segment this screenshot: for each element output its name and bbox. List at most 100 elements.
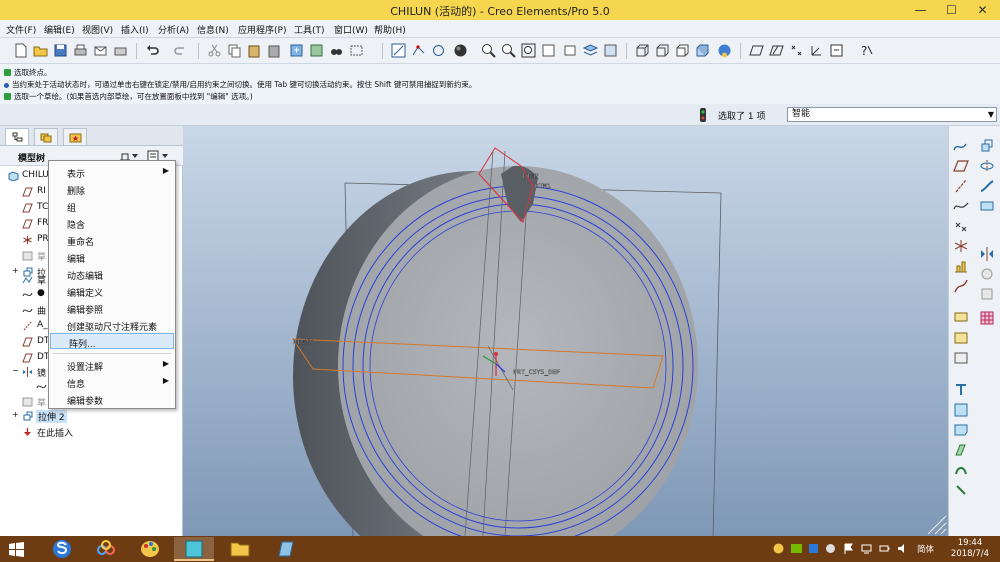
offset-tool-icon[interactable] bbox=[953, 482, 969, 498]
system-clock[interactable]: 19:44 2018/7/4 bbox=[942, 538, 998, 560]
print-icon[interactable] bbox=[72, 42, 89, 59]
thicken-tool-icon[interactable] bbox=[953, 442, 969, 458]
copy-icon[interactable] bbox=[226, 42, 243, 59]
context-menu-item-edit-definition[interactable]: 编辑定义 bbox=[49, 283, 175, 299]
context-menu-item-group[interactable]: 组 bbox=[49, 198, 175, 214]
menu-edit[interactable]: 编辑(E) bbox=[44, 23, 75, 36]
shaded-view-icon[interactable] bbox=[694, 42, 711, 59]
cut-icon[interactable] bbox=[206, 42, 223, 59]
taskbar-app-notes[interactable] bbox=[266, 537, 306, 561]
zoom-in-icon[interactable] bbox=[480, 42, 497, 59]
battery-icon[interactable] bbox=[879, 543, 890, 554]
paste-icon[interactable] bbox=[246, 42, 263, 59]
menu-insert[interactable]: 插入(I) bbox=[121, 23, 149, 36]
pattern-tool-icon[interactable] bbox=[979, 310, 995, 326]
resize-grip-icon[interactable] bbox=[927, 515, 947, 535]
undo-icon[interactable] bbox=[144, 42, 161, 59]
flag-icon[interactable] bbox=[843, 543, 854, 554]
csys-toggle-icon[interactable] bbox=[808, 42, 825, 59]
menu-tools[interactable]: 工具(T) bbox=[294, 23, 325, 36]
taskbar-app-paint[interactable] bbox=[130, 537, 170, 561]
send-mail-icon[interactable] bbox=[92, 42, 109, 59]
context-help-icon[interactable]: ? bbox=[858, 42, 875, 59]
blend-tool-icon[interactable] bbox=[979, 198, 995, 214]
taskbar-app-explorer[interactable] bbox=[220, 537, 260, 561]
refit-icon[interactable] bbox=[520, 42, 537, 59]
no-hidden-icon[interactable] bbox=[674, 42, 691, 59]
tray-tool-icon[interactable] bbox=[825, 543, 836, 554]
menu-file[interactable]: 文件(F) bbox=[6, 23, 36, 36]
tab-model-tree[interactable] bbox=[5, 128, 29, 145]
round-tool-icon[interactable] bbox=[953, 402, 969, 418]
annotation-toggle-icon[interactable] bbox=[828, 42, 845, 59]
minimize-button[interactable]: — bbox=[904, 0, 937, 20]
datum-curve-through-points-icon[interactable] bbox=[953, 278, 969, 294]
merge-tool-icon[interactable] bbox=[979, 266, 995, 282]
taskbar-app-cloud[interactable] bbox=[86, 537, 126, 561]
zoom-out-icon[interactable] bbox=[500, 42, 517, 59]
vertex-display-icon[interactable] bbox=[410, 42, 427, 59]
hidden-line-icon[interactable] bbox=[654, 42, 671, 59]
tab-folder-browser[interactable] bbox=[34, 128, 58, 145]
menu-applications[interactable]: 应用程序(P) bbox=[238, 23, 286, 36]
hole-tool-icon[interactable] bbox=[953, 310, 969, 326]
nvidia-icon[interactable] bbox=[791, 543, 802, 554]
menu-analysis[interactable]: 分析(A) bbox=[158, 23, 189, 36]
windows-start-icon[interactable] bbox=[9, 542, 24, 557]
paste-special-icon[interactable] bbox=[266, 42, 283, 59]
context-menu-item-display[interactable]: 表示 ▶ bbox=[49, 164, 175, 180]
new-file-icon[interactable] bbox=[12, 42, 29, 59]
ime-indicator[interactable]: 简体 bbox=[917, 543, 934, 555]
shell-tool-icon[interactable] bbox=[953, 330, 969, 346]
selection-filter-dropdown[interactable]: 智能 ▼ bbox=[787, 107, 997, 122]
tray-app-icon[interactable] bbox=[773, 543, 784, 554]
menu-window[interactable]: 窗口(W) bbox=[334, 23, 368, 36]
rib-tool-icon[interactable] bbox=[953, 350, 969, 366]
tray-security-icon[interactable] bbox=[808, 543, 819, 554]
saved-views-icon[interactable] bbox=[562, 42, 579, 59]
sweep-tool-icon[interactable] bbox=[979, 178, 995, 194]
maximize-button[interactable]: ☐ bbox=[935, 0, 968, 20]
appearance-icon[interactable] bbox=[716, 42, 733, 59]
datum-axes-toggle-icon[interactable] bbox=[768, 42, 785, 59]
menu-view[interactable]: 视图(V) bbox=[82, 23, 113, 36]
layers-icon[interactable] bbox=[582, 42, 599, 59]
regenerate-icon[interactable] bbox=[288, 42, 305, 59]
find-icon[interactable] bbox=[328, 42, 345, 59]
trim-tool-icon[interactable] bbox=[979, 286, 995, 302]
reorient-icon[interactable] bbox=[540, 42, 557, 59]
draft-tool-icon[interactable] bbox=[953, 382, 969, 398]
context-menu-item-set-annotation[interactable]: 设置注解 ▶ bbox=[49, 357, 175, 373]
tree-item[interactable]: 在此插入 bbox=[0, 424, 183, 440]
taskbar-app-creo[interactable] bbox=[174, 537, 214, 561]
context-menu-item-edit-references[interactable]: 编辑参照 bbox=[49, 300, 175, 316]
menu-info[interactable]: 信息(N) bbox=[197, 23, 229, 36]
view-manager-icon[interactable] bbox=[602, 42, 619, 59]
regen-manager-icon[interactable] bbox=[308, 42, 325, 59]
sketch-display-icon[interactable] bbox=[390, 42, 407, 59]
revolve-tool-icon[interactable] bbox=[979, 158, 995, 174]
network-icon[interactable] bbox=[861, 543, 872, 554]
curve-tool-icon[interactable] bbox=[953, 198, 969, 214]
tree-item-selected[interactable]: + 拉伸 2 bbox=[0, 408, 183, 424]
expand-icon[interactable]: + bbox=[12, 410, 19, 419]
csys-tool-icon[interactable] bbox=[953, 238, 969, 254]
context-menu-item-info[interactable]: 信息 ▶ bbox=[49, 374, 175, 390]
context-menu-item-edit-parameters[interactable]: 编辑参数 bbox=[49, 391, 175, 407]
context-menu-item-dynamic-edit[interactable]: 动态编辑 bbox=[49, 266, 175, 282]
point-tool-icon[interactable] bbox=[953, 218, 969, 234]
sketch-tool-icon[interactable] bbox=[953, 138, 969, 154]
shading-icon[interactable] bbox=[452, 42, 469, 59]
context-menu-item-delete[interactable]: 删除 bbox=[49, 181, 175, 197]
send-attachment-icon[interactable] bbox=[112, 42, 129, 59]
context-menu-item-edit[interactable]: 编辑 bbox=[49, 249, 175, 265]
model-view[interactable]: DTM2 DTM1 RIGHT PRT_CSYS_DEF bbox=[183, 126, 948, 536]
context-menu-item-pattern[interactable]: 阵列... bbox=[50, 333, 174, 350]
redo-icon[interactable] bbox=[172, 42, 189, 59]
select-box-icon[interactable] bbox=[348, 42, 365, 59]
close-button[interactable]: ✕ bbox=[966, 0, 999, 20]
graphics-viewport[interactable]: DTM2 DTM1 RIGHT PRT_CSYS_DEF bbox=[183, 126, 948, 536]
mirror-tool-icon[interactable] bbox=[979, 246, 995, 262]
chamfer-tool-icon[interactable] bbox=[953, 422, 969, 438]
volume-icon[interactable] bbox=[897, 543, 908, 554]
